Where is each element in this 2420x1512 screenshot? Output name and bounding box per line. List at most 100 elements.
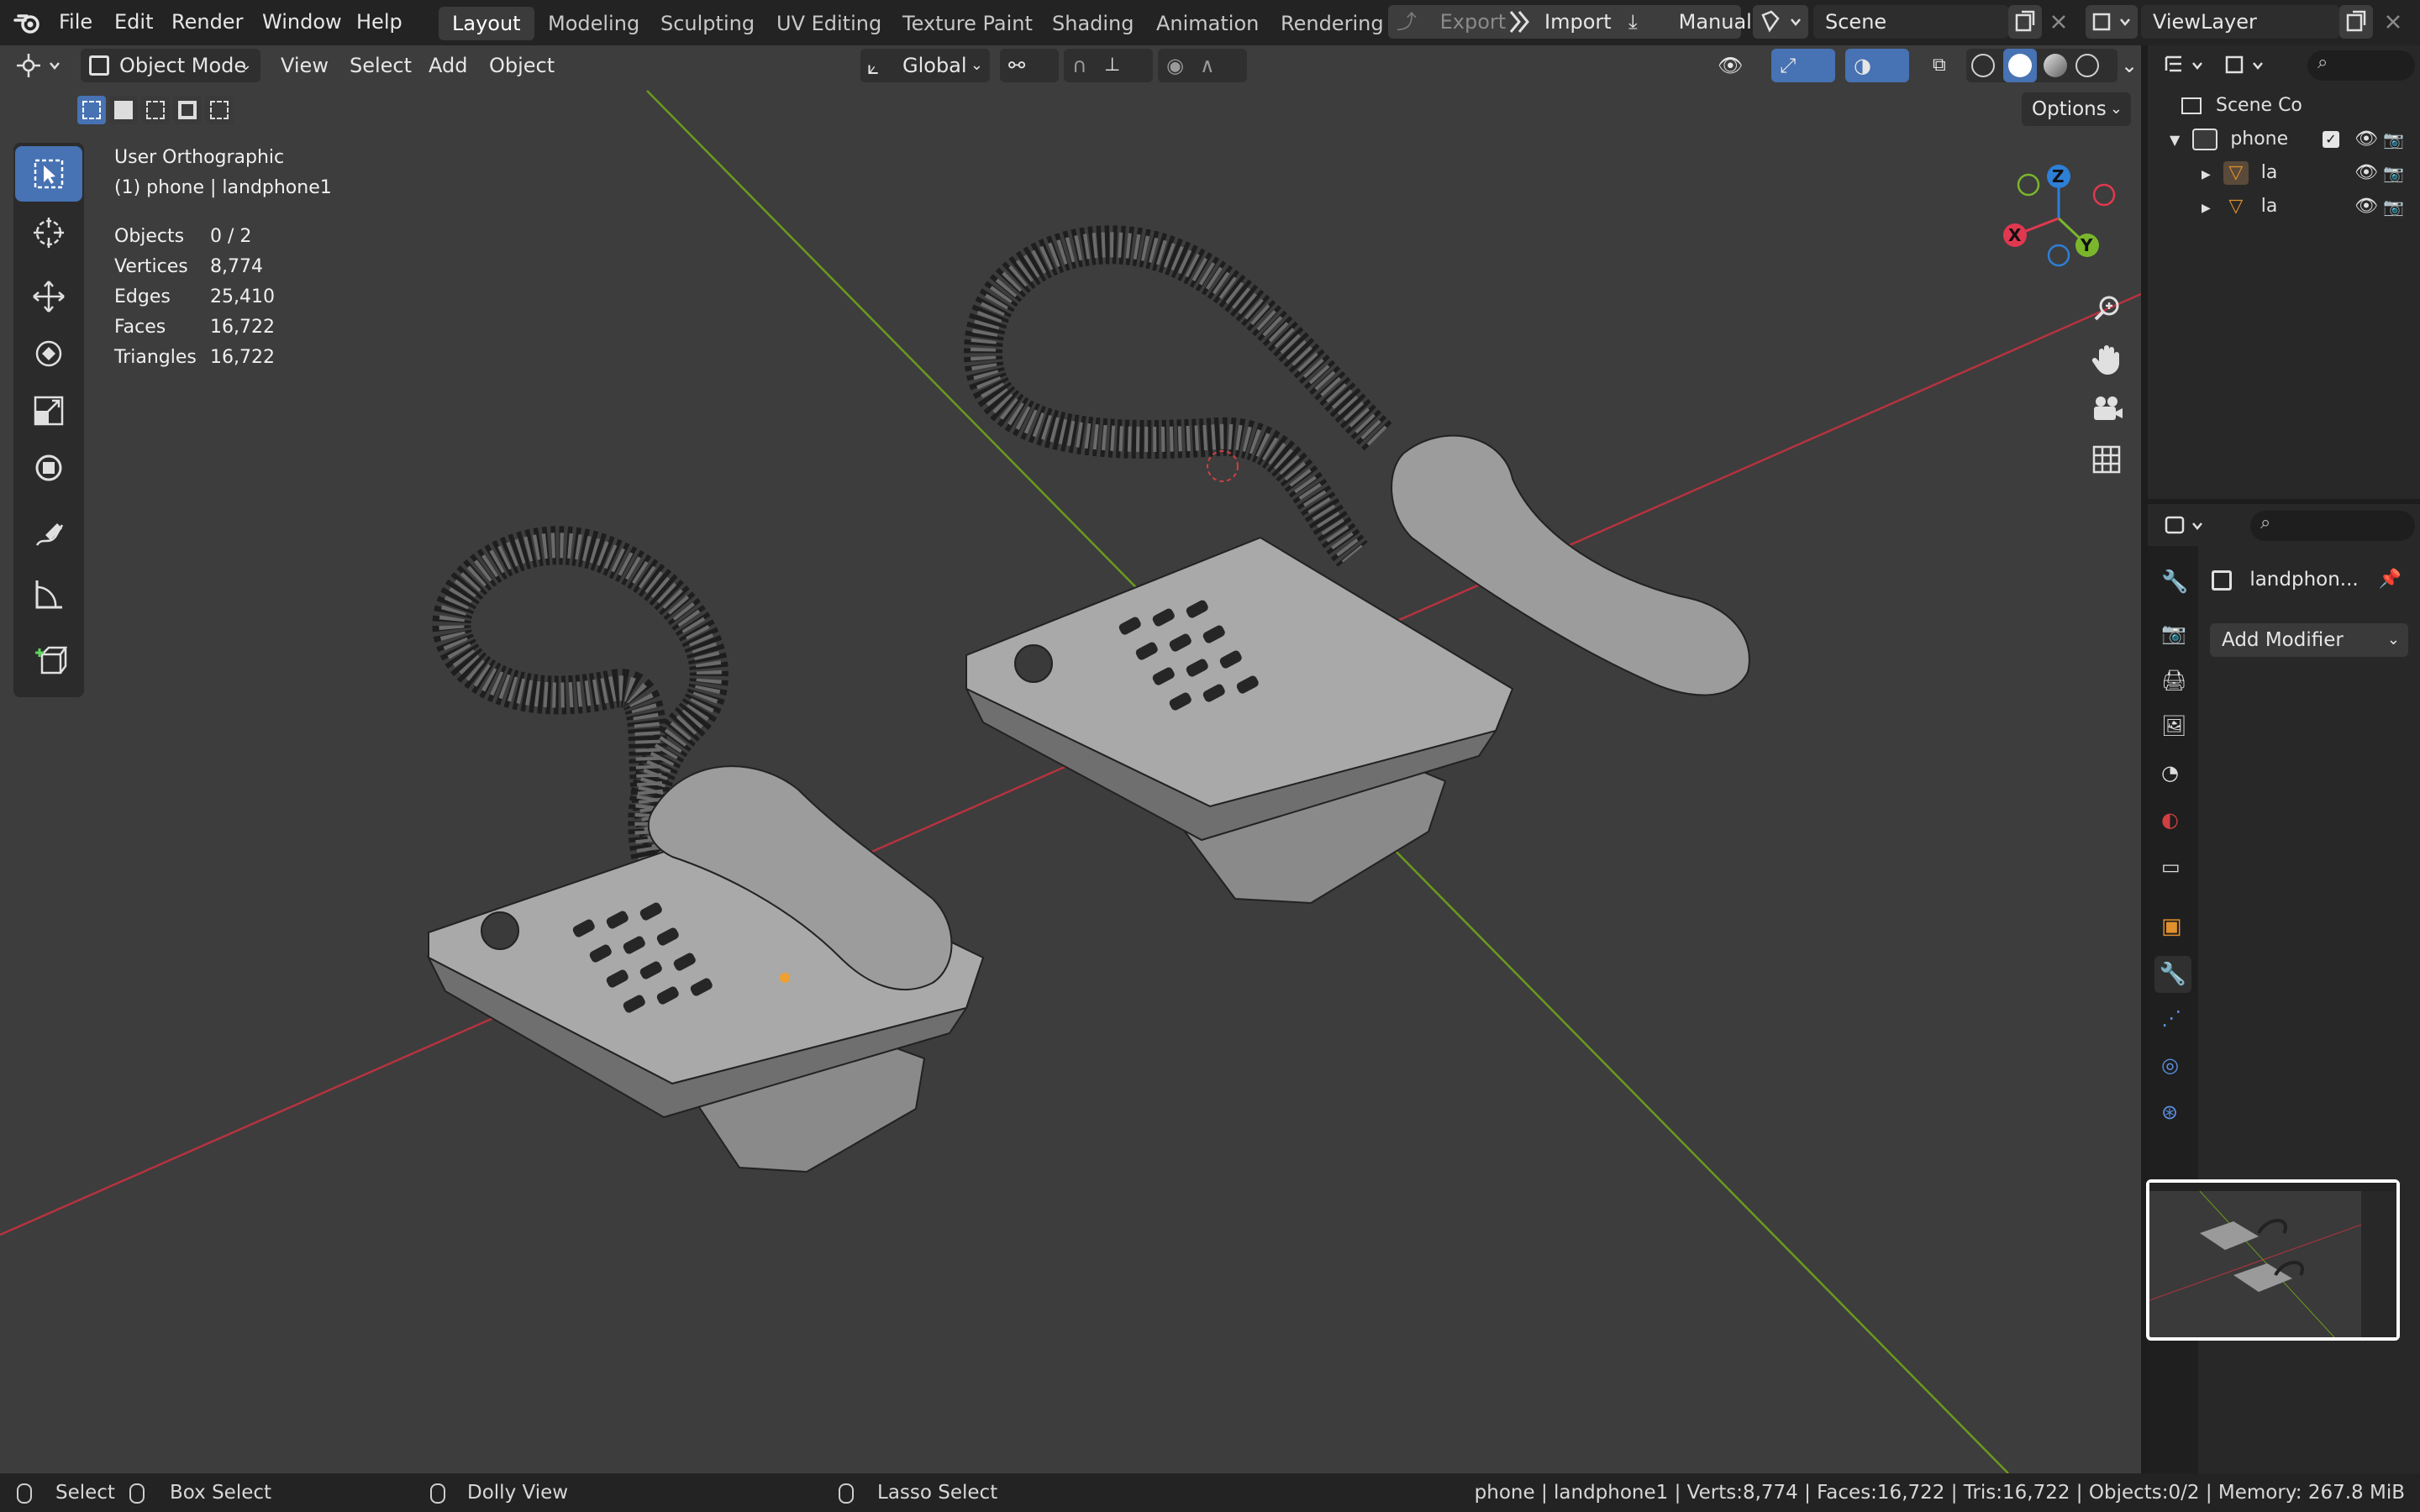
select-invert-icon[interactable] [173, 96, 202, 124]
rendered-shading-icon[interactable] [2075, 54, 2099, 77]
mode-dropdown[interactable]: Object Mode ⌄ [81, 49, 260, 82]
editor-type-button[interactable] [13, 49, 67, 82]
wireframe-shading-icon[interactable] [1971, 54, 1995, 77]
menu-file[interactable]: File [59, 0, 92, 45]
screenshot-thumbnail[interactable] [2146, 1179, 2400, 1341]
tab-layout[interactable]: Layout [439, 7, 534, 40]
select-intersect-icon[interactable] [205, 96, 234, 124]
snap-dropdown[interactable]: ∩ ⊥ [1064, 49, 1153, 82]
tool-settings-tab-icon[interactable]: 🔧 [2161, 570, 2188, 595]
world-tab-icon[interactable]: ◐ [2161, 808, 2179, 832]
physics-tab-icon[interactable]: ◎ [2161, 1053, 2179, 1077]
tab-modeling[interactable]: Modeling [534, 7, 653, 40]
options-dropdown[interactable]: Options ⌄ [2022, 92, 2131, 126]
tab-uv-editing[interactable]: UV Editing [763, 7, 895, 40]
output-tab-icon[interactable]: 🖨 [2161, 669, 2186, 692]
camera-view-icon[interactable] [2087, 390, 2126, 428]
chevron-down-icon: ⌄ [970, 56, 983, 74]
shading-mode-group [1966, 49, 2118, 82]
xray-toggle[interactable]: ⧉ [1926, 49, 1960, 82]
menu-render[interactable]: Render [171, 0, 243, 45]
transform-orientation-dropdown[interactable]: ⟀ Global ⌄ [860, 49, 990, 82]
select-subtract-icon[interactable] [141, 96, 170, 124]
cursor-tool[interactable] [15, 205, 82, 260]
add-modifier-dropdown[interactable]: Add Modifier ⌄ [2210, 623, 2408, 657]
overlay-toggle[interactable]: ◑ [1845, 49, 1909, 82]
particles-tab-icon[interactable]: ⋰ [2161, 1006, 2181, 1030]
select-extend-icon[interactable] [109, 96, 138, 124]
menu-add[interactable]: Add [429, 45, 467, 86]
menu-help[interactable]: Help [356, 0, 402, 45]
modifier-tab-icon[interactable]: 🔧 [2154, 956, 2191, 993]
zoom-icon[interactable] [2087, 289, 2126, 328]
properties-search-input[interactable]: ⌕ [2250, 511, 2415, 541]
tab-rendering[interactable]: Rendering [1267, 7, 1397, 40]
shading-options-chevron-icon[interactable]: ⌄ [2121, 49, 2141, 82]
add-cube-tool[interactable] [15, 633, 82, 689]
outliner-item-phone[interactable]: ▼ phone ✓ 👁 📷 [2170, 123, 2413, 156]
outliner-item-mesh-1[interactable]: ▶ ▽ la 👁 📷 [2202, 156, 2413, 190]
scene-name-field[interactable]: Scene [1813, 5, 2008, 39]
select-new-icon[interactable] [77, 96, 106, 124]
menu-edit[interactable]: Edit [114, 0, 153, 45]
properties-editor-type[interactable] [2160, 511, 2213, 541]
visibility-dropdown[interactable]: 👁 [1712, 49, 1763, 82]
eye-icon[interactable]: 👁 [2354, 156, 2378, 190]
3d-viewport[interactable] [0, 45, 2141, 1473]
active-object-info: (1) phone | landphone1 [114, 177, 332, 198]
scene-tab-icon[interactable]: ◔ [2161, 761, 2179, 785]
navigation-gizmo[interactable]: Z Y X [2000, 160, 2126, 277]
rotate-tool[interactable] [15, 326, 82, 381]
eye-icon[interactable]: 👁 [2354, 190, 2378, 223]
view-layer-field[interactable]: ViewLayer [2141, 5, 2339, 39]
tab-sculpting[interactable]: Sculpting [647, 7, 768, 40]
object-tab-icon[interactable]: ▣ [2161, 914, 2182, 939]
menu-window[interactable]: Window [262, 0, 342, 45]
scene-browse-button[interactable] [1753, 5, 1808, 39]
constraints-tab-icon[interactable]: ⊛ [2161, 1100, 2178, 1124]
scale-tool[interactable] [15, 383, 82, 438]
proportional-edit-dropdown[interactable]: ◉ ∧ [1158, 49, 1247, 82]
annotate-tool[interactable] [15, 507, 82, 563]
menu-object[interactable]: Object [489, 45, 555, 86]
manual-button[interactable]: ⤓ Manual [1628, 5, 1752, 39]
copy-viewlayer-icon[interactable] [2339, 5, 2373, 39]
display-mode-dropdown[interactable] [2220, 50, 2274, 81]
outliner-search-input[interactable]: ⌕ [2307, 50, 2415, 81]
copy-scene-icon[interactable] [2008, 5, 2042, 39]
render-tab-icon[interactable]: 📷 [2161, 622, 2186, 645]
pan-hand-icon[interactable] [2087, 339, 2126, 378]
pin-icon[interactable]: 📌 [2379, 563, 2402, 596]
move-tool[interactable] [15, 269, 82, 324]
close-viewlayer-icon[interactable] [2376, 5, 2410, 39]
export-button[interactable]: ⤴ Export [1397, 5, 1506, 39]
viewlayer-browse-button[interactable] [2086, 5, 2138, 39]
import-button[interactable]: Import [1544, 5, 1612, 39]
pivot-point-dropdown[interactable]: ⚯ [1000, 49, 1059, 82]
transform-tool[interactable] [15, 440, 82, 496]
tab-shading[interactable]: Shading [1039, 7, 1148, 40]
select-box-tool[interactable] [15, 146, 82, 202]
outliner-scene-collection[interactable]: Scene Co [2181, 89, 2302, 123]
tab-animation[interactable]: Animation [1143, 7, 1272, 40]
measure-tool[interactable] [15, 566, 82, 622]
menu-view[interactable]: View [281, 45, 329, 86]
camera-render-icon[interactable]: 📷 [2383, 156, 2404, 190]
outliner-editor-type[interactable] [2160, 50, 2213, 81]
material-shading-icon[interactable] [2044, 54, 2067, 77]
gizmo-toggle[interactable]: ⤢ [1771, 49, 1835, 82]
blender-logo-icon[interactable] [13, 10, 42, 35]
eye-icon[interactable]: 👁 [2354, 123, 2378, 156]
view-layer-tab-icon[interactable]: 🖼 [2161, 714, 2186, 738]
tab-texture-paint[interactable]: Texture Paint [889, 7, 1046, 40]
grid-view-icon[interactable] [2087, 440, 2126, 479]
checkbox-icon[interactable]: ✓ [2323, 131, 2339, 148]
close-scene-icon[interactable] [2042, 5, 2075, 39]
menu-select[interactable]: Select [350, 45, 412, 86]
outliner-item-mesh-2[interactable]: ▶ ▽ la 👁 📷 [2202, 190, 2413, 223]
camera-render-icon[interactable]: 📷 [2383, 123, 2404, 156]
chevron-right-icon [1504, 5, 1534, 39]
stat-row: Vertices 8,774 [114, 256, 263, 277]
collection-tab-icon[interactable]: ▭ [2161, 855, 2181, 879]
camera-render-icon[interactable]: 📷 [2383, 190, 2404, 223]
